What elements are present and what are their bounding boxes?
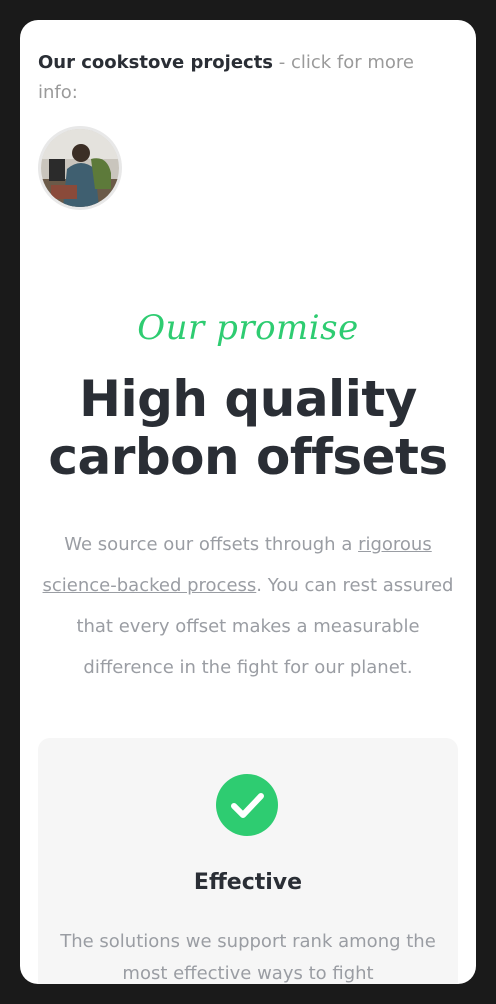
section-headline: High quality carbon offsets — [20, 370, 476, 486]
section-kicker: Our promise — [137, 308, 359, 348]
check-circle-icon — [216, 774, 278, 836]
effective-card: Effective The solutions we support rank … — [38, 738, 458, 984]
cookstove-project-avatar[interactable] — [38, 126, 122, 210]
phone-screen: Our cookstove projects - click for more … — [20, 20, 476, 984]
headline-line-2: carbon offsets — [48, 428, 448, 486]
card-description: The solutions we support rank among the … — [60, 931, 436, 984]
project-photo-icon — [41, 129, 119, 207]
promise-description: We source our offsets through a rigorous… — [36, 524, 460, 688]
projects-title: Our cookstove projects — [38, 52, 274, 73]
card-title: Effective — [193, 870, 303, 895]
headline-line-1: High quality — [79, 370, 417, 428]
body-text-before: We source our offsets through a — [64, 534, 359, 555]
projects-intro: Our cookstove projects - click for more … — [38, 48, 438, 108]
